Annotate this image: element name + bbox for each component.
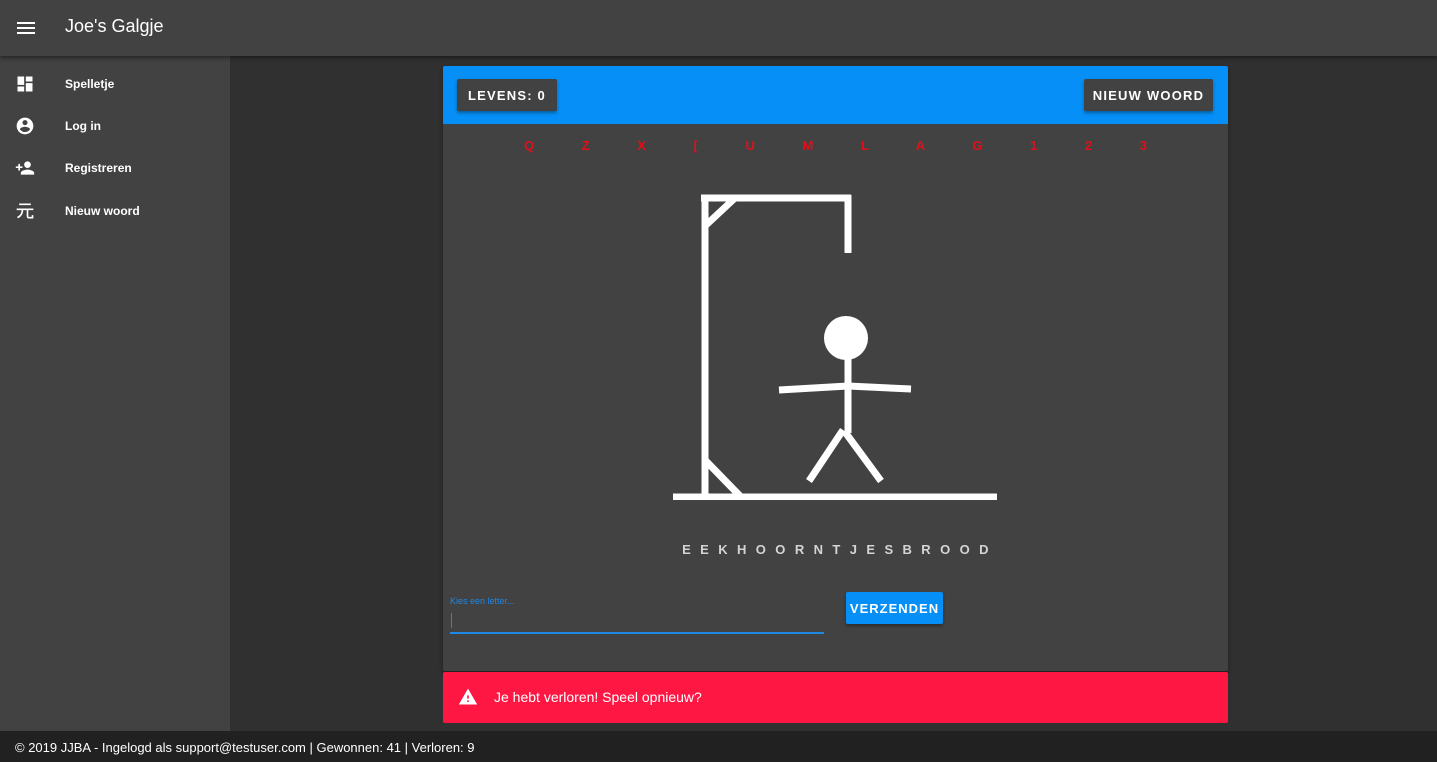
lost-alert: Je hebt verloren! Speel opnieuw?: [443, 672, 1228, 723]
sidebar: Spelletje Log in Registreren Nieuw woord: [0, 56, 230, 731]
sidebar-item-nieuw-woord[interactable]: Nieuw woord: [0, 190, 230, 232]
sidebar-item-label: Registreren: [65, 161, 132, 175]
lives-button[interactable]: LEVENS: 0: [457, 79, 557, 111]
new-word-button[interactable]: NIEUW WOORD: [1084, 79, 1213, 111]
hangman-drawing: [673, 194, 997, 500]
app-title: Joe's Galgje: [65, 16, 164, 36]
hangman-right-arm: [847, 382, 912, 393]
dashboard-icon: [17, 76, 33, 92]
hangman-left-leg: [806, 428, 846, 483]
hangman-left-arm: [778, 382, 849, 394]
footer-text: © 2019 JJBA - Ingelogd als support@testu…: [15, 740, 475, 755]
secret-word: EEKHOORNTJESBROOD: [682, 542, 998, 557]
hangman-head: [824, 316, 868, 360]
sidebar-item-spelletje[interactable]: Spelletje: [0, 63, 230, 105]
gallows-brace-bottom: [702, 457, 744, 500]
warning-icon: [458, 688, 478, 705]
sidebar-item-label: Log in: [65, 119, 101, 133]
sidebar-item-registreren[interactable]: Registreren: [0, 147, 230, 189]
yuan-glyph-icon: [16, 203, 34, 219]
gallows-brace-top: [702, 195, 738, 229]
game-toolbar: LEVENS: 0 NIEUW WOORD: [443, 66, 1228, 124]
sidebar-item-log-in[interactable]: Log in: [0, 105, 230, 147]
submit-button[interactable]: VERZENDEN: [846, 592, 943, 624]
person-add-icon: [15, 161, 35, 175]
sidebar-item-label: Spelletje: [65, 77, 115, 91]
text-caret: [451, 613, 452, 628]
footer: © 2019 JJBA - Ingelogd als support@testu…: [0, 731, 1437, 762]
top-app-bar: Joe's Galgje: [0, 0, 1437, 56]
letter-input[interactable]: [450, 608, 824, 634]
game-card: LEVENS: 0 NIEUW WOORD Q Z X [ U M L A G …: [443, 66, 1228, 671]
alert-message: Je hebt verloren! Speel opnieuw?: [494, 689, 702, 705]
letter-input-label: Kies een letter...: [450, 596, 515, 606]
menu-icon[interactable]: [10, 12, 42, 44]
guessed-letters: Q Z X [ U M L A G 1 2 3: [524, 138, 1169, 153]
account-circle-icon: [16, 117, 34, 135]
sidebar-item-label: Nieuw woord: [65, 204, 140, 218]
hangman-right-leg: [842, 429, 884, 484]
